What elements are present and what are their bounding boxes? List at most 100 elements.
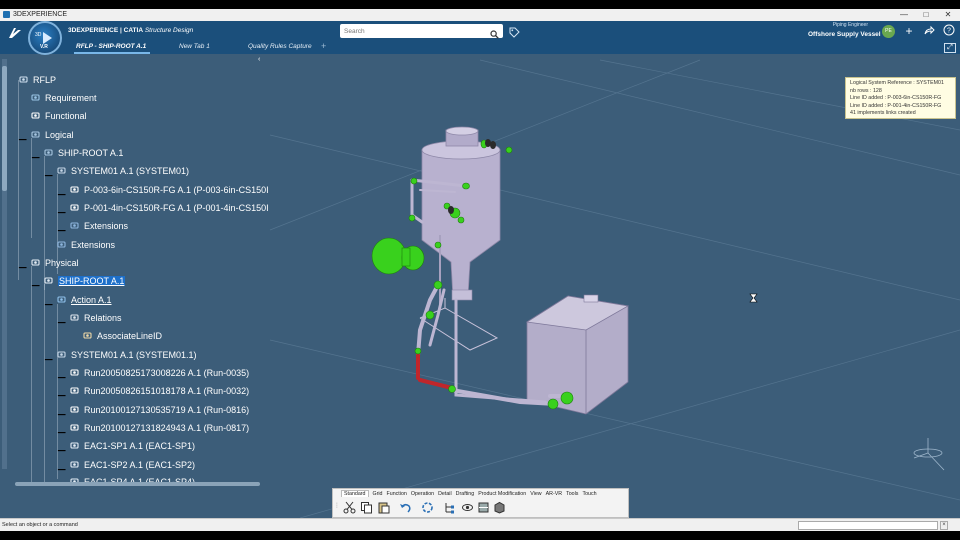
- help-icon[interactable]: ?: [942, 24, 956, 38]
- compass-version: V.R: [40, 44, 48, 50]
- tree-node[interactable]: SYSTEM01 A.1 (SYSTEM01): [57, 164, 189, 178]
- search-input[interactable]: [340, 24, 503, 38]
- expand-toggle-icon[interactable]: −: [57, 425, 66, 443]
- tree-node[interactable]: Requirement: [31, 91, 97, 105]
- rflp-icon: [19, 74, 28, 83]
- tree-horizontal-scrollbar[interactable]: [15, 482, 260, 486]
- expand-toggle-icon[interactable]: −: [57, 315, 66, 333]
- specification-tree[interactable]: −−−−−−−−−−−−−−−−−− RFLPRequirementFuncti…: [0, 54, 268, 484]
- tree-node-label: Extensions: [71, 240, 116, 250]
- action-tab-grid[interactable]: Grid: [373, 491, 383, 497]
- action-bar-tabs: Standard Grid Function Operation Detail Draft…: [341, 489, 601, 499]
- ghost-icon[interactable]: [493, 501, 506, 515]
- minimize-button[interactable]: —: [893, 9, 915, 21]
- collab-space-selector[interactable]: Offshore Supply Vessel ▾: [808, 30, 886, 38]
- expand-toggle-icon[interactable]: −: [31, 278, 40, 296]
- tree-node[interactable]: P-003-6in-CS150R-FG A.1 (P-003-6in-CS150…: [70, 183, 268, 197]
- action-tab-operation[interactable]: Operation: [411, 491, 434, 497]
- tag-icon[interactable]: [509, 25, 520, 38]
- avatar[interactable]: PE: [882, 25, 895, 38]
- undo-icon[interactable]: [399, 501, 412, 515]
- notice-line: 41 implements links created: [850, 110, 916, 117]
- expand-toggle-icon[interactable]: −: [57, 187, 66, 205]
- window-title: 3DEXPERIENCE: [13, 11, 68, 18]
- action-tab-function[interactable]: Function: [387, 491, 407, 497]
- new-tab-button[interactable]: +: [321, 41, 326, 51]
- share-icon[interactable]: [922, 24, 936, 38]
- copy-icon[interactable]: [360, 501, 373, 515]
- tree-node[interactable]: EAC1-SP2 A.1 (EAC1-SP2): [70, 458, 195, 472]
- tree-node[interactable]: Run20100127130535719 A.1 (Run-0816): [70, 403, 249, 417]
- tree-node[interactable]: SHIP-ROOT A.1: [44, 274, 126, 288]
- cut-icon[interactable]: [343, 501, 356, 515]
- tree-node-label: AssociateLineID: [97, 331, 163, 341]
- tree-node[interactable]: Extensions: [70, 219, 128, 233]
- tab-rflp-ship-root[interactable]: RFLP - SHIP-ROOT A.1: [73, 41, 151, 54]
- clear-command-icon[interactable]: ×: [940, 521, 948, 530]
- action-tab-touch[interactable]: Touch: [582, 491, 596, 497]
- tree-node[interactable]: Action A.1: [57, 293, 112, 307]
- expand-toggle-icon[interactable]: −: [44, 168, 53, 186]
- command-input[interactable]: [798, 521, 938, 530]
- tree-node[interactable]: EAC1-SP1 A.1 (EAC1-SP1): [70, 439, 195, 453]
- render-icon[interactable]: [477, 501, 490, 515]
- expand-toggle-icon[interactable]: −: [44, 297, 53, 315]
- expand-toggle-icon[interactable]: −: [57, 388, 66, 406]
- tree-node[interactable]: Relations: [70, 311, 122, 325]
- expand-toggle-icon[interactable]: −: [31, 150, 40, 168]
- tree-connector: [44, 284, 45, 484]
- tab-new-tab-1[interactable]: New Tab 1: [179, 41, 210, 54]
- expand-toggle-icon[interactable]: −: [57, 443, 66, 461]
- box-tank[interactable]: [525, 294, 630, 415]
- tree-node[interactable]: Run20050826151018178 A.1 (Run-0032): [70, 384, 249, 398]
- tree-node[interactable]: Run20100127131824943 A.1 (Run-0817): [70, 421, 249, 435]
- action-tab-drafting[interactable]: Drafting: [456, 491, 475, 497]
- collapse-tree-icon[interactable]: ‹: [258, 56, 266, 64]
- tab-quality-rules-capture[interactable]: Quality Rules Capture: [248, 41, 312, 54]
- tree-node[interactable]: AssociateLineID: [83, 329, 162, 343]
- expand-toggle-icon[interactable]: −: [57, 205, 66, 223]
- tree-icon[interactable]: [443, 501, 456, 515]
- maximize-button[interactable]: □: [915, 9, 937, 21]
- expand-toggle-icon[interactable]: −: [18, 260, 27, 278]
- expand-toggle-icon[interactable]: −: [18, 132, 27, 150]
- physical-icon: [31, 257, 40, 266]
- tree-scrollbar-thumb[interactable]: [2, 66, 7, 191]
- add-icon[interactable]: +: [902, 24, 916, 38]
- paste-icon[interactable]: [377, 501, 390, 515]
- tree-node[interactable]: Physical: [31, 256, 79, 270]
- grip-icon[interactable]: ⋮: [334, 502, 340, 509]
- expand-toggle-icon[interactable]: −: [57, 370, 66, 388]
- tree-node[interactable]: Run20050825173008226 A.1 (Run-0035): [70, 366, 249, 380]
- compass-button[interactable]: 3D V.R: [28, 21, 62, 55]
- update-icon[interactable]: [421, 501, 434, 515]
- compass-3d-label: 3D: [35, 32, 42, 38]
- status-bar: Select an object or a command ×: [0, 518, 960, 531]
- action-tab-detail[interactable]: Detail: [438, 491, 452, 497]
- expand-viewport-icon[interactable]: ⤢: [944, 43, 956, 53]
- action-tab-standard[interactable]: Standard: [341, 490, 369, 497]
- tree-node[interactable]: Functional: [31, 109, 87, 123]
- catia-app-window: 3DEXPERIENCE — □ ✕ 3DEXPERIENCE | CATIA …: [0, 0, 960, 540]
- tree-node[interactable]: P-001-4in-CS150R-FG A.1 (P-001-4in-CS150…: [70, 201, 268, 215]
- run-icon: [70, 422, 79, 431]
- tree-node[interactable]: Logical: [31, 128, 74, 142]
- expand-toggle-icon[interactable]: −: [57, 462, 66, 480]
- action-tab-product-modification[interactable]: Product Modification: [478, 491, 526, 497]
- action-tab-view[interactable]: View: [530, 491, 541, 497]
- expand-toggle-icon[interactable]: −: [44, 352, 53, 370]
- action-tab-ar-vr[interactable]: AR-VR: [546, 491, 562, 497]
- view-icon[interactable]: [461, 501, 474, 515]
- tree-node[interactable]: Extensions: [57, 238, 115, 252]
- action-tab-tools[interactable]: Tools: [566, 491, 578, 497]
- app-brand: 3DEXPERIENCE | CATIA Structure Design: [68, 27, 193, 34]
- ds-logo-icon[interactable]: [7, 25, 23, 41]
- search-icon[interactable]: [490, 26, 499, 39]
- notice-line: Logical System Reference : SYSTEM01: [850, 80, 944, 86]
- close-window-button[interactable]: ✕: [937, 9, 959, 21]
- tree-node[interactable]: SHIP-ROOT A.1: [44, 146, 123, 160]
- tree-node[interactable]: RFLP: [19, 73, 56, 87]
- axis-triad-icon[interactable]: [913, 438, 945, 471]
- expand-toggle-icon[interactable]: −: [57, 407, 66, 425]
- tree-node[interactable]: SYSTEM01 A.1 (SYSTEM01.1): [57, 348, 197, 362]
